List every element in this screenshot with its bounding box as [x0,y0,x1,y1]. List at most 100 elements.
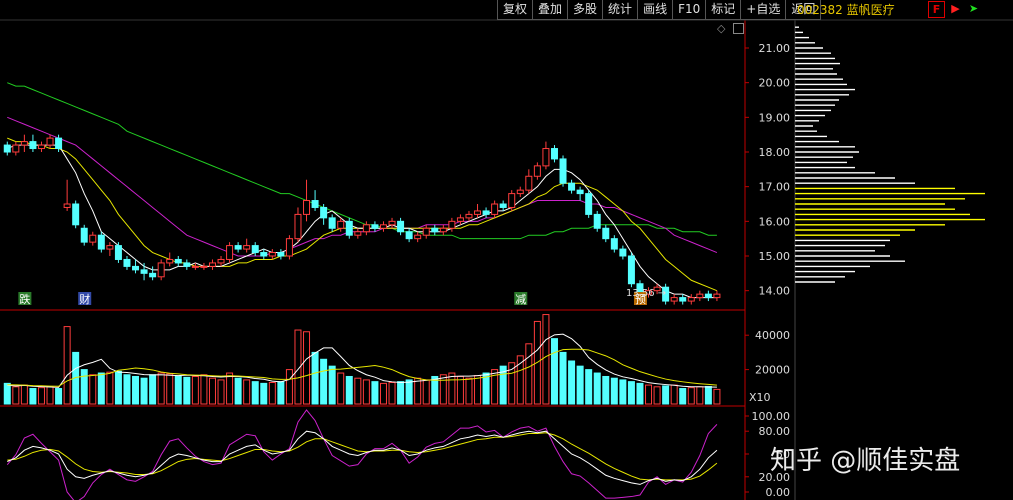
restore-rights-button[interactable]: 复权 [497,0,534,20]
candle [157,259,165,281]
volume-bar [585,369,593,405]
price-tick-label: 15.00 [759,250,791,263]
volume-bar [97,372,105,405]
volume-bar [251,381,259,405]
candle [303,179,311,222]
candle-body [576,189,584,195]
candle [439,224,447,236]
candle [97,231,105,253]
candle-body [585,193,593,215]
volume-bar [217,379,225,405]
candle-body [337,220,345,229]
volume-ma10-line [7,348,717,387]
ma5-line [7,144,717,299]
candle [320,204,328,225]
volume-bar [320,358,328,405]
volume-bar [662,385,670,405]
candle [422,224,430,239]
candle [371,221,379,232]
volume-ma5-line [7,333,717,388]
candle-body [72,203,80,226]
volume-bar [3,382,11,405]
volume-bar [645,384,653,405]
red-arrow-icon[interactable]: ▶ [948,1,963,16]
candle-body [260,252,268,257]
candle [268,249,276,260]
candle [12,141,20,156]
candle-body [106,245,114,250]
volume-bar [106,371,114,405]
volume-bar [55,388,63,405]
toolbar: 复权 叠加 多股 统计 画线 F10 标记 +自选 返回 [497,0,822,20]
stock-title: 002382 蓝帆医疗 [797,3,895,17]
green-arrow-icon[interactable]: ➤ [966,1,981,16]
square-icon[interactable] [733,23,744,34]
candle [166,252,174,267]
volume-bar [166,373,174,405]
candle [123,256,131,270]
candle [431,224,439,236]
candle-body [285,238,293,257]
candle-body [670,297,678,302]
candle [559,155,567,187]
candle-body [123,258,131,267]
candle [525,169,533,194]
candle-body [431,227,439,233]
volume-bar [328,365,336,405]
volume-bar [226,372,234,405]
overlay-button[interactable]: 叠加 [532,0,569,20]
candle-body [311,200,319,208]
candle-body [234,245,242,250]
price-tick-label: 21.00 [759,42,791,55]
candle-body [97,234,105,250]
candle-body [345,220,353,236]
low-price-label: 13.56 → [626,288,666,299]
candle [610,235,618,253]
ma10-line [7,137,718,292]
kdj-tick-label: 80.00 [759,425,791,438]
candle-body [294,213,302,240]
volume-bar [80,369,88,405]
candle-body [226,245,234,260]
chart-canvas: 21.00 20.00 19.00 18.00 17.00 16.00 15.00 14.00… [0,19,1013,500]
volume-bar [397,381,405,405]
volume-bar [388,382,396,405]
candle [388,217,396,229]
volume-bar [636,382,644,405]
add-watchlist-button[interactable]: +自选 [740,0,787,20]
mark-button[interactable]: 标记 [705,0,742,20]
volume-bar [602,375,610,405]
price-tick-label: 16.00 [759,215,791,228]
candle [602,224,610,243]
event-marker-label: 财 [79,292,90,306]
event-marker-label: 减 [515,293,526,306]
candle [106,242,114,256]
candle-body [696,293,704,299]
candle [508,190,516,211]
candle-body [149,272,157,278]
volume-bar [439,374,447,405]
candle-body [362,224,370,233]
candle [619,245,627,260]
volume-bar [362,379,370,405]
f-box-icon[interactable]: F [928,1,945,18]
statistics-button[interactable]: 统计 [602,0,639,20]
candle-body [627,255,635,285]
candle [174,256,182,267]
candle-body [397,220,405,233]
candle [397,217,405,236]
candle-body [191,265,199,268]
volume-bar [46,386,54,405]
candle-body [550,148,558,160]
multi-stock-button[interactable]: 多股 [567,0,604,20]
candle [568,179,576,194]
candle [217,256,225,267]
candle [37,141,45,152]
draw-line-button[interactable]: 画线 [637,0,674,20]
candle-body [379,224,387,229]
f10-button[interactable]: F10 [672,0,707,20]
candle [456,214,464,225]
candle [29,134,37,152]
diamond-icon[interactable]: ◇ [717,22,725,35]
candle-body [448,220,456,229]
